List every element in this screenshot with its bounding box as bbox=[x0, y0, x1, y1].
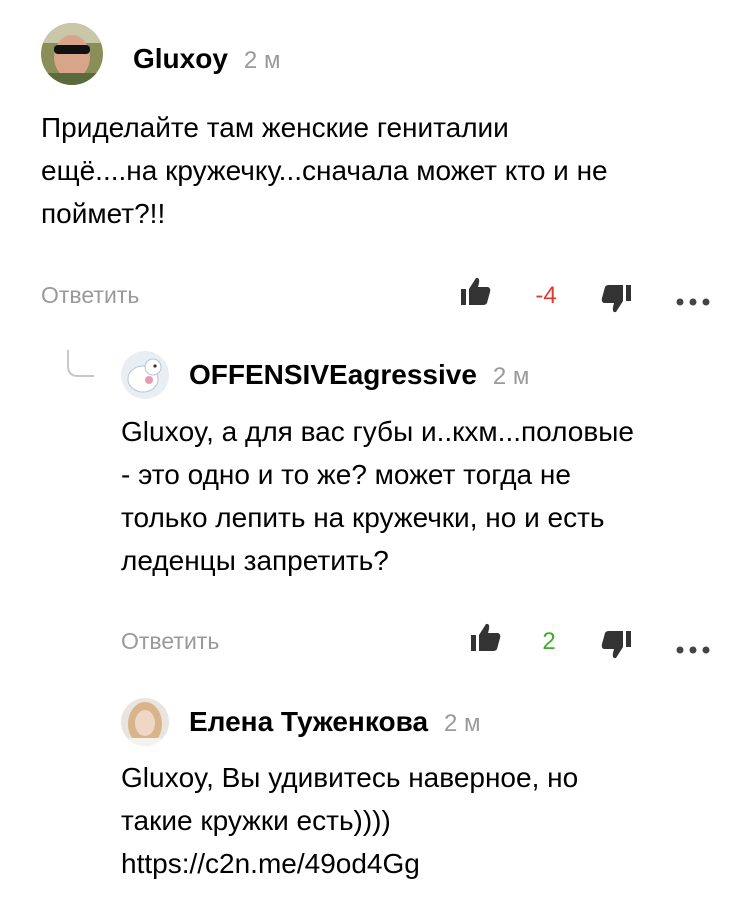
comment-text: Gluxoy, Вы удивитесь наверное, но такие … bbox=[121, 756, 578, 885]
more-dots-icon[interactable] bbox=[676, 641, 710, 659]
author-name[interactable]: OFFENSIVEagressive bbox=[189, 359, 477, 390]
reply-button[interactable]: Ответить bbox=[41, 282, 139, 309]
thumbs-down-icon[interactable] bbox=[600, 629, 632, 666]
comment-author[interactable]: OFFENSIVEagressive 2 м bbox=[189, 358, 529, 394]
comment-author[interactable]: Gluxoy 2 м bbox=[133, 42, 280, 78]
comment-text-line: только лепить на кружечки, но и есть bbox=[121, 502, 605, 533]
more-dots-icon[interactable] bbox=[676, 293, 710, 311]
comment-text: Gluxoy, а для вас губы и..кхм...половые … bbox=[121, 410, 634, 582]
comment-author[interactable]: Елена Туженкова 2 м bbox=[189, 705, 481, 741]
comment-text-line: поймет?!! bbox=[41, 198, 166, 229]
comment-text-line: Gluxoy, Вы удивитесь наверное, но bbox=[121, 762, 579, 793]
thread-connector bbox=[66, 350, 96, 385]
comment-text-line: - это одно и то же? может тогда не bbox=[121, 459, 571, 490]
comment-score: -4 bbox=[535, 282, 557, 309]
comment-text-line: леденцы запретить? bbox=[121, 545, 389, 576]
comment-text-line: Приделайте там женские гениталии bbox=[41, 112, 509, 143]
comment-text-line: Gluxoy, а для вас губы и..кхм...половые bbox=[121, 416, 634, 447]
thumbs-up-icon[interactable] bbox=[470, 621, 502, 658]
author-name[interactable]: Елена Туженкова bbox=[189, 706, 428, 737]
author-name[interactable]: Gluxoy bbox=[133, 43, 228, 74]
comment-time: 2 м bbox=[444, 710, 481, 737]
reply-button[interactable]: Ответить bbox=[121, 628, 219, 655]
comment-link[interactable]: https://c2n.me/49od4Gg bbox=[121, 842, 578, 885]
comment-text-line: ещё....на кружечку...сначала может кто и… bbox=[41, 155, 608, 186]
comment-text-line: такие кружки есть)))) bbox=[121, 805, 391, 836]
avatar[interactable] bbox=[121, 698, 169, 746]
comment-text: Приделайте там женские гениталии ещё....… bbox=[41, 106, 608, 235]
comment-score: 2 bbox=[542, 628, 556, 655]
avatar[interactable] bbox=[41, 23, 103, 85]
comment-time: 2 м bbox=[492, 363, 530, 390]
thumbs-down-icon[interactable] bbox=[600, 283, 632, 320]
avatar[interactable] bbox=[121, 351, 169, 399]
thumbs-up-icon[interactable] bbox=[460, 275, 492, 312]
comment-time: 2 м bbox=[243, 47, 281, 74]
